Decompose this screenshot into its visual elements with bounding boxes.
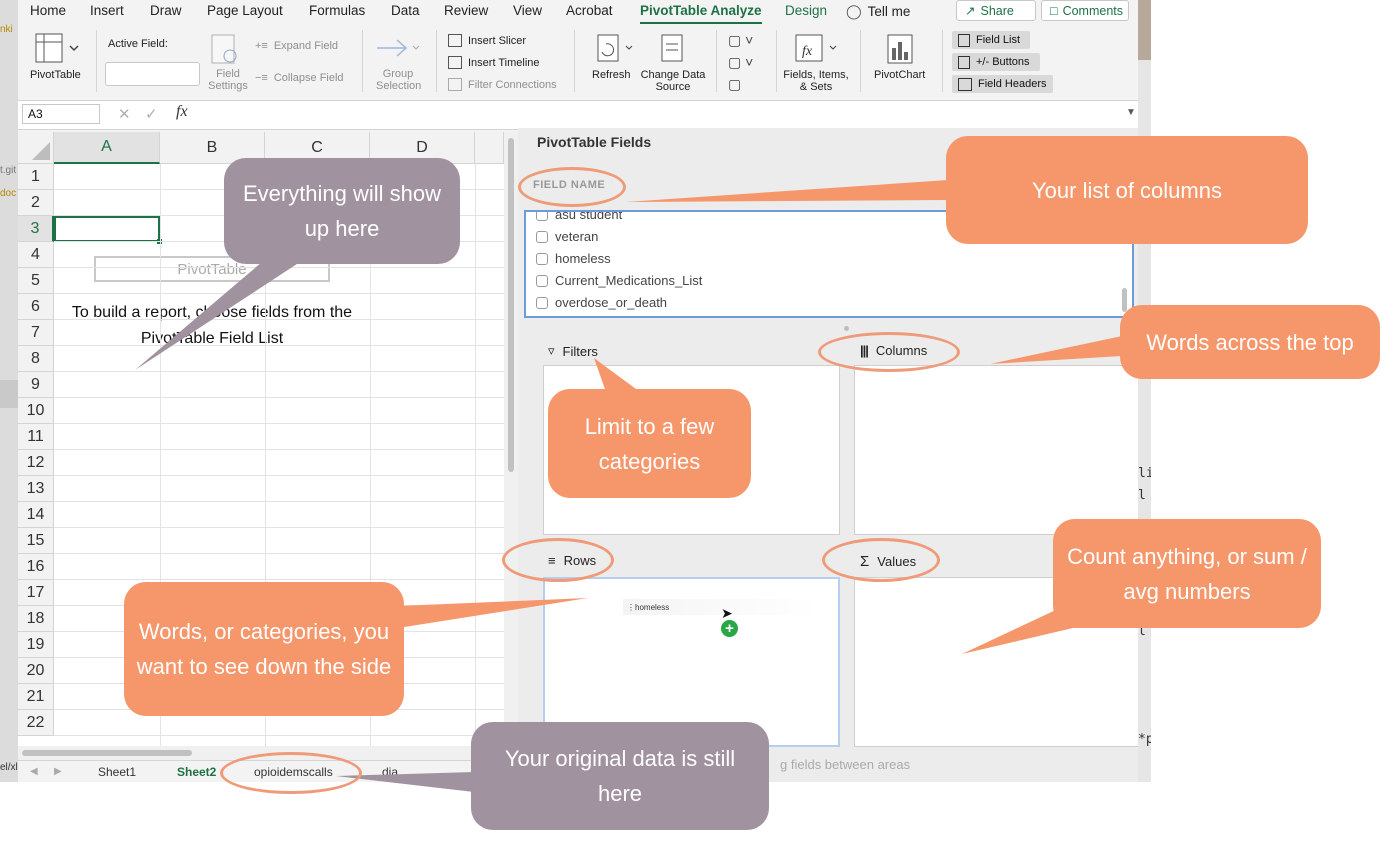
callout-everything-shows-here: Everything will show up here: [224, 158, 460, 264]
callout-limit-categories: Limit to a few categories: [548, 389, 751, 498]
highlight-values: [822, 538, 940, 582]
tail-words-top: [990, 336, 1122, 364]
highlight-columns: [818, 332, 960, 372]
highlight-rows: [502, 538, 614, 582]
tail-limit: [594, 358, 640, 392]
tail-words-side: [398, 598, 588, 628]
highlight-field-name: [518, 167, 626, 207]
callout-words-across-top: Words across the top: [1120, 305, 1380, 379]
tail-everything: [135, 262, 300, 370]
callout-original-data: Your original data is still here: [471, 722, 769, 830]
callout-list-of-columns: Your list of columns: [946, 136, 1308, 244]
tail-columns-list: [625, 180, 948, 202]
callout-count-sum-avg: Count anything, or sum / avg numbers: [1053, 519, 1321, 628]
callout-words-down-side: Words, or categories, you want to see do…: [124, 582, 404, 716]
highlight-data-sheet-tab: [220, 752, 362, 794]
